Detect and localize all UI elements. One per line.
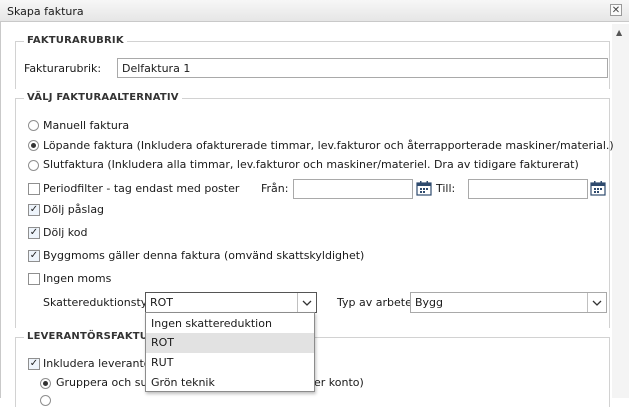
to-date-input[interactable] <box>468 179 588 199</box>
fakturarubrik-input[interactable] <box>117 58 608 78</box>
dropdown-option-ingen[interactable]: Ingen skattereduktion <box>146 314 314 334</box>
radio-lopande[interactable] <box>28 140 39 151</box>
gruppera-label-tail: er konto) <box>314 376 364 389</box>
valj-heading: VÄLJ FAKTURAALTERNATIV <box>24 92 182 103</box>
periodfilter-label: Periodfilter - tag endast med poster <box>43 182 240 195</box>
calendar-from-icon[interactable] <box>416 181 432 196</box>
close-icon[interactable]: ✕ <box>610 4 622 16</box>
radio-gruppera[interactable] <box>40 378 51 389</box>
checkbox-inkludera-leverantor[interactable]: ✓ <box>28 358 40 370</box>
leverantor-heading: LEVERANTÖRSFAKTUR <box>24 331 160 342</box>
typ-av-arbete-label: Typ av arbete: <box>337 296 416 309</box>
skattereduktionstyp-label: Skattereduktionstyp: <box>43 296 158 309</box>
radio-slut-label: Slutfaktura (Inkludera alla timmar, lev.… <box>43 158 579 171</box>
ingen-moms-label: Ingen moms <box>43 272 112 285</box>
checkbox-dolj-paslag[interactable]: ✓ <box>28 204 40 216</box>
fakturarubrik-label: Fakturarubrik: <box>24 62 102 75</box>
scroll-up-icon[interactable]: ▲ <box>616 28 622 37</box>
radio-next-option[interactable] <box>40 395 51 406</box>
dropdown-option-rut[interactable]: RUT <box>146 353 314 373</box>
chevron-down-icon[interactable] <box>587 293 606 312</box>
checkbox-ingen-moms[interactable] <box>28 273 40 285</box>
skattereduktionstyp-value: ROT <box>150 296 174 309</box>
window-title: Skapa faktura <box>7 5 84 18</box>
dropdown-option-gron-teknik[interactable]: Grön teknik <box>146 373 314 393</box>
chevron-down-icon[interactable] <box>297 293 316 312</box>
dropdown-option-rot[interactable]: ROT <box>146 333 314 353</box>
to-label: Till: <box>436 182 456 195</box>
calendar-to-icon[interactable] <box>590 181 606 196</box>
typ-av-arbete-select[interactable]: Bygg <box>410 292 607 313</box>
radio-manuell-label: Manuell faktura <box>43 119 130 132</box>
scrollbar[interactable]: ▲ <box>612 24 629 398</box>
checkbox-byggmoms[interactable]: ✓ <box>28 250 40 262</box>
gruppera-label: Gruppera och sum <box>56 376 159 389</box>
radio-manuell[interactable] <box>28 120 39 131</box>
checkbox-dolj-kod[interactable]: ✓ <box>28 227 40 239</box>
checkbox-periodfilter[interactable] <box>28 183 40 195</box>
window-titlebar: Skapa faktura ✕ <box>0 0 629 22</box>
typ-av-arbete-value: Bygg <box>415 296 444 309</box>
dolj-paslag-label: Dölj påslag <box>43 203 105 216</box>
from-label: Från: <box>261 182 289 195</box>
fakturarubrik-heading: FAKTURARUBRIK <box>24 35 127 46</box>
inkludera-leverantor-label: Inkludera leverantörs <box>43 357 161 370</box>
skattereduktionstyp-select[interactable]: ROT <box>145 292 317 313</box>
skattereduktionstyp-dropdown-list: Ingen skattereduktion ROT RUT Grön tekni… <box>145 312 315 392</box>
radio-lopande-label: Löpande faktura (Inkludera ofakturerade … <box>43 139 614 152</box>
dolj-kod-label: Dölj kod <box>43 226 88 239</box>
window-left-border <box>0 22 1 398</box>
radio-slut[interactable] <box>28 160 39 171</box>
byggmoms-label: Byggmoms gäller denna faktura (omvänd sk… <box>43 249 365 262</box>
from-date-input[interactable] <box>293 179 413 199</box>
